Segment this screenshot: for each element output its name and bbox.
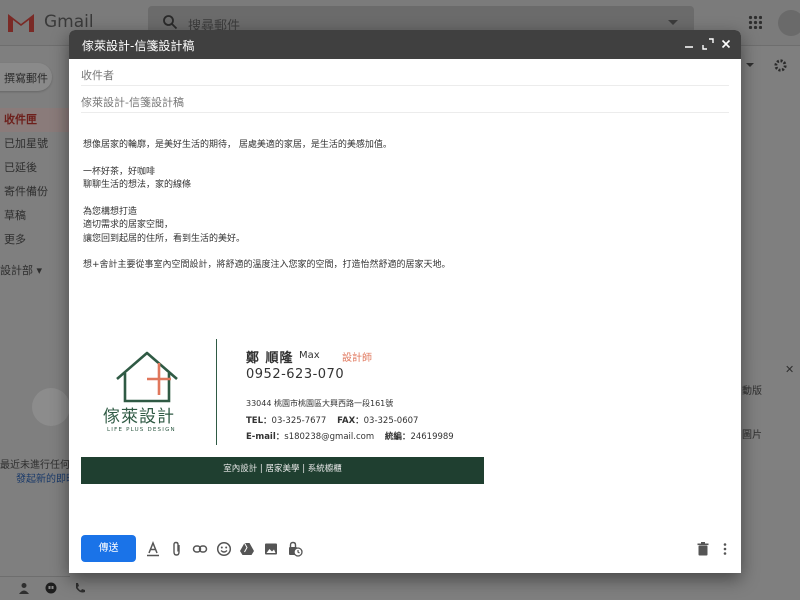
compose-button-label[interactable]: 撰寫郵件 [4,70,48,86]
fax-value: 03-325-0607 [363,416,419,426]
body-line: 一杯好茶，好咖啡 [83,166,156,177]
confidential-icon[interactable] [287,541,303,557]
sidebar-label-group[interactable]: 設計部 ▾ [0,262,42,278]
message-body[interactable]: 想像居家的輪廓，是美好生活的期待， 居處美適的家居，是生活的美感加值。 一杯好茶… [83,139,723,286]
close-icon[interactable] [718,36,734,52]
compose-header[interactable]: 傢萊設計-信箋設計稿 [69,30,741,59]
subject-text: 傢萊設計-信箋設計稿 [81,96,184,109]
minimize-icon[interactable] [681,36,697,52]
link-icon[interactable] [192,541,208,557]
send-button[interactable]: 傳送 [81,535,136,562]
apps-icon[interactable] [748,15,762,29]
sidebar-item-inbox[interactable]: 收件匣 [0,108,70,132]
body-line: 想像居家的輪廓，是美好生活的期待， 居處美適的家居，是生活的美感加值。 [83,140,392,150]
expand-icon[interactable] [700,36,716,52]
to-field[interactable]: 收件者 [81,59,729,86]
gmail-wordmark: Gmail [44,12,94,32]
email-label: E-mail： [246,432,285,442]
signature-brand: 傢萊設計 [103,407,175,427]
body-line: 為您構想打造 [83,206,138,217]
emoji-icon[interactable] [216,541,232,557]
body-line: 讓您回到起居的住所，看到生活的美好。 [83,233,246,244]
signature-divider [216,339,217,445]
signature-tel-line: TEL：03-325-7677 FAX：03-325-0607 [246,414,418,426]
person-icon[interactable] [18,582,30,594]
panel-text-2: 圖片 [742,430,762,441]
sidebar-item-sent[interactable]: 寄件備份 [0,180,70,204]
chat-placeholder-icon [32,388,70,426]
signature-mail-line: E-mail：s180238@gmail.com 統編：24619989 [246,430,454,442]
fax-label: FAX： [337,416,364,426]
signature-name-en: Max [299,350,320,361]
body-line: 聊聊生活的想法，家的線條 [83,180,192,190]
sidebar-item-more[interactable]: 更多 [0,228,70,252]
gear-icon[interactable] [773,58,788,73]
body-paragraph: 想像居家的輪廓，是美好生活的期待， 居處美適的家居，是生活的美感加值。 [83,139,723,153]
account-avatar[interactable] [778,10,800,36]
sidebar-item-starred[interactable]: 已加星號 [0,132,70,156]
start-chat-link[interactable]: 發起新的即時 [16,470,76,485]
tax-label: 統編： [384,432,411,442]
signature-phone: 0952-623-070 [246,367,345,382]
settings-caret-icon[interactable] [746,63,754,67]
phone-icon[interactable] [74,582,86,594]
body-line: 想+舍計主要從事室內空間設計，將舒適的溫度注入您家的空間，打造怡然舒適的居家天地… [83,260,451,270]
more-vert-icon[interactable] [717,541,733,557]
sidebar-bottom-bar [0,576,70,600]
body-line: 適切需求的居家空間， [83,220,174,230]
signature-brand-en: LIFE PLUS DESIGN [107,427,176,433]
house-logo-icon [116,351,178,403]
drive-icon[interactable] [239,541,255,557]
trash-icon[interactable] [695,541,711,557]
tel-label: TEL： [246,416,272,426]
signature-address: 33044 桃園市桃園區大興西路一段161號 [246,399,394,408]
body-paragraph: 想+舍計主要從事室內空間設計，將舒適的溫度注入您家的空間，打造怡然舒適的居家天地… [83,259,723,273]
panel-close-icon[interactable]: ✕ [785,363,794,376]
compose-title: 傢萊設計-信箋設計稿 [82,39,195,53]
compose-window: 傢萊設計-信箋設計稿 收件者 傢萊設計-信箋設計稿 想像居家的輪廓，是美好生活的… [69,30,741,573]
recent-chats-text: 最近未進行任何 [0,460,70,471]
signature-role: 設計師 [342,353,372,364]
body-paragraph: 一杯好茶，好咖啡聊聊生活的想法，家的線條 [83,166,723,193]
hangouts-icon[interactable] [45,582,57,594]
right-side-panel [740,360,800,470]
email-value[interactable]: s180238@gmail.com [284,432,374,442]
tax-value: 24619989 [410,432,454,442]
sidebar-item-snoozed[interactable]: 已延後 [0,156,70,180]
body-paragraph: 為您構想打造適切需求的居家空間， 讓您回到起居的住所，看到生活的美好。 [83,206,723,247]
signature-footer-bar: 室內設計 | 居家美學 | 系統櫥櫃 [81,457,484,484]
photo-icon[interactable] [263,541,279,557]
signature-footer-text: 室內設計 | 居家美學 | 系統櫥櫃 [223,464,342,474]
format-text-icon[interactable] [145,541,161,557]
sidebar-item-drafts[interactable]: 草稿 [0,204,70,228]
signature-name: 鄭 順隆 [246,351,294,366]
to-placeholder: 收件者 [81,69,114,82]
search-options-icon[interactable] [668,20,678,25]
attach-icon[interactable] [169,541,185,557]
panel-text-1: 動版 [742,386,762,397]
search-icon[interactable] [162,14,178,30]
sidebar-label-text: 設計部 [0,264,33,277]
gmail-logo-icon[interactable] [6,10,36,34]
tel-value: 03-325-7677 [271,416,327,426]
subject-field[interactable]: 傢萊設計-信箋設計稿 [81,86,729,113]
sidebar-nav: 收件匣 已加星號 已延後 寄件備份 草稿 更多 [0,108,70,252]
